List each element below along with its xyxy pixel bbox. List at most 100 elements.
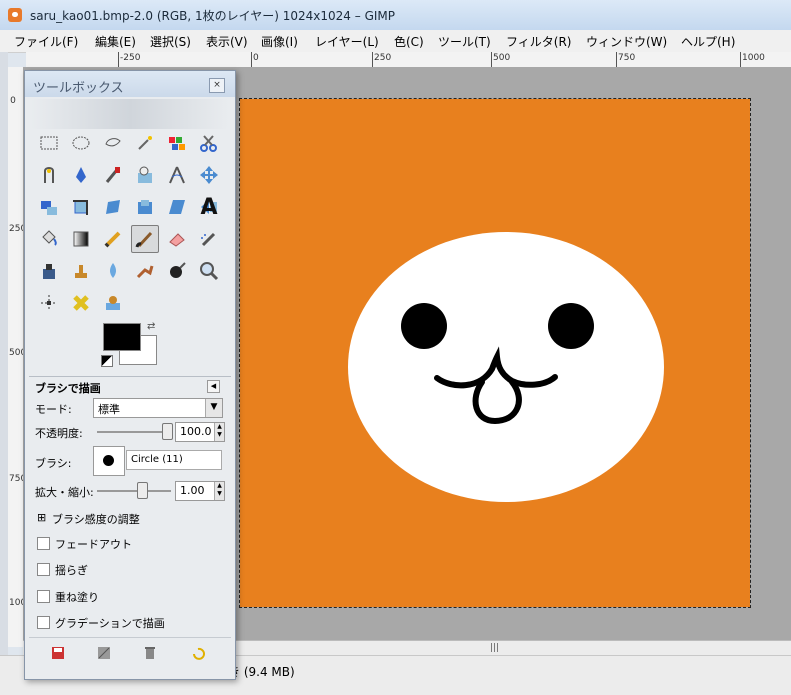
toolbox-titlebar[interactable]: ツールボックス × xyxy=(25,71,235,97)
paths-icon[interactable] xyxy=(67,161,95,189)
color-picker-icon[interactable] xyxy=(99,161,127,189)
menu-tools[interactable]: ツール(T) xyxy=(438,33,491,50)
menu-file[interactable]: ファイル(F) xyxy=(14,33,78,50)
menu-view[interactable]: 表示(V) xyxy=(206,33,248,50)
opacity-value: 100.0 xyxy=(180,425,212,438)
menu-colors[interactable]: 色(C) xyxy=(394,33,424,50)
bucket-fill-icon[interactable] xyxy=(35,225,63,253)
restore-options-icon[interactable] xyxy=(97,646,113,660)
blend-icon[interactable] xyxy=(67,225,95,253)
move-icon[interactable] xyxy=(195,161,223,189)
ellipse-select-icon[interactable] xyxy=(67,129,95,157)
scale-slider-track[interactable] xyxy=(97,490,171,492)
select-by-color-icon[interactable] xyxy=(163,129,191,157)
opacity-label: 不透明度: xyxy=(35,427,83,440)
gradient-paint-label: グラデーションで描画 xyxy=(55,617,165,630)
scissors-icon[interactable] xyxy=(195,129,223,157)
status-text: き (9.4 MB) xyxy=(228,665,295,679)
fg-bg-color-selector[interactable]: ⇄ xyxy=(101,321,157,367)
ruler-label: 500 xyxy=(9,348,27,358)
airbrush-icon[interactable] xyxy=(195,225,223,253)
brush-label: ブラシ: xyxy=(35,457,72,470)
pencil-icon[interactable] xyxy=(99,225,127,253)
toolbox-title: ツールボックス xyxy=(33,81,124,96)
brush-dynamics-label[interactable]: ブラシ感度の調整 xyxy=(52,511,140,527)
menu-edit[interactable]: 編集(E) xyxy=(95,33,136,50)
stamp-icon[interactable] xyxy=(99,289,127,317)
vertical-ruler[interactable]: 0 250 500 750 1000 xyxy=(8,67,32,647)
spinner-arrows-icon[interactable]: ▲ ▼ xyxy=(214,482,224,500)
smudge-icon[interactable] xyxy=(131,257,159,285)
toolbox-close-button[interactable]: × xyxy=(209,78,225,93)
text-icon[interactable]: A xyxy=(195,193,223,221)
dodge-burn-icon[interactable] xyxy=(163,257,191,285)
expand-icon[interactable]: ⊞ xyxy=(37,511,46,524)
incremental-checkbox[interactable] xyxy=(37,590,50,603)
zoom-icon[interactable] xyxy=(195,257,223,285)
chevron-down-icon[interactable]: ▼ xyxy=(205,399,222,417)
mouth-stroke xyxy=(434,346,558,389)
crop-icon[interactable] xyxy=(67,193,95,221)
ruler-label: 0 xyxy=(10,96,16,106)
delete-options-icon[interactable] xyxy=(143,646,159,660)
foreground-color-swatch[interactable] xyxy=(103,323,141,351)
scale-icon[interactable] xyxy=(131,193,159,221)
menu-layer[interactable]: レイヤー(L) xyxy=(315,33,379,50)
gimp-app-icon[interactable] xyxy=(8,8,22,22)
incremental-label: 重ね塗り xyxy=(55,591,99,604)
paintbrush-icon[interactable] xyxy=(131,225,159,253)
clone-icon[interactable] xyxy=(67,257,95,285)
reset-colors-icon[interactable] xyxy=(101,355,113,367)
scale-value: 1.00 xyxy=(180,484,205,497)
ruler-label: 750 xyxy=(618,53,636,63)
color-balance-icon[interactable] xyxy=(67,289,95,317)
brush-name-field[interactable]: Circle (11) xyxy=(126,450,222,470)
brush-name: Circle (11) xyxy=(131,454,183,465)
zoom-measure-icon[interactable] xyxy=(131,161,159,189)
jitter-checkbox[interactable] xyxy=(37,563,50,576)
swap-colors-icon[interactable]: ⇄ xyxy=(147,321,155,332)
reset-options-icon[interactable] xyxy=(191,646,207,660)
scrollbar-grip-icon[interactable]: ||| xyxy=(490,643,499,653)
rotate-icon[interactable] xyxy=(99,193,127,221)
align-icon[interactable] xyxy=(35,193,63,221)
tool-options-menu-button[interactable]: ◀ xyxy=(207,380,220,393)
fade-out-label: フェードアウト xyxy=(55,538,132,551)
scale-spinner[interactable]: 1.00 ▲ ▼ xyxy=(175,481,225,501)
eraser-icon[interactable] xyxy=(163,225,191,253)
measure-icon[interactable] xyxy=(163,161,191,189)
opacity-slider-track[interactable] xyxy=(97,431,171,433)
brush-preview-button[interactable] xyxy=(93,446,125,476)
ruler-label: 250 xyxy=(374,53,392,63)
toolbox-window: ツールボックス × A ⇄ ブラシで描画 ◀ モード: 標準 ▼ 不透明度: 1… xyxy=(24,70,236,680)
menu-windows[interactable]: ウィンドウ(W) xyxy=(586,33,667,50)
save-options-icon[interactable] xyxy=(51,646,67,660)
menu-bar: ファイル(F) 編集(E) 選択(S) 表示(V) 画像(I) レイヤー(L) … xyxy=(0,30,791,53)
ink-icon[interactable] xyxy=(35,257,63,285)
fuzzy-select-icon[interactable] xyxy=(131,129,159,157)
ruler-label: 750 xyxy=(9,474,27,484)
menu-filters[interactable]: フィルタ(R) xyxy=(506,33,571,50)
cage-transform-icon[interactable] xyxy=(35,289,63,317)
menu-image[interactable]: 画像(I) xyxy=(261,33,298,50)
gradient-paint-checkbox[interactable] xyxy=(37,616,50,629)
free-select-icon[interactable] xyxy=(99,129,127,157)
horizontal-ruler[interactable]: -250 0 250 500 750 1000 xyxy=(26,52,791,68)
spinner-arrows-icon[interactable]: ▲ ▼ xyxy=(214,423,224,441)
fade-out-checkbox[interactable] xyxy=(37,537,50,550)
scale-label: 拡大・縮小: xyxy=(35,486,94,499)
opacity-spinner[interactable]: 100.0 ▲ ▼ xyxy=(175,422,225,442)
foreground-select-icon[interactable] xyxy=(35,161,63,189)
opacity-slider-thumb[interactable] xyxy=(162,423,173,440)
menu-help[interactable]: ヘルプ(H) xyxy=(681,33,735,50)
scale-slider-thumb[interactable] xyxy=(137,482,148,499)
window-titlebar: saru_kao01.bmp-2.0 (RGB, 1枚のレイヤー) 1024x1… xyxy=(0,0,791,31)
toolbox-wilber-banner xyxy=(31,99,229,129)
rect-select-icon[interactable] xyxy=(35,129,63,157)
brush-shape-icon xyxy=(103,455,114,466)
mode-select[interactable]: 標準 ▼ xyxy=(93,398,223,418)
heal-icon[interactable] xyxy=(99,257,127,285)
divider xyxy=(29,376,231,377)
shear-icon[interactable] xyxy=(163,193,191,221)
menu-select[interactable]: 選択(S) xyxy=(150,33,191,50)
